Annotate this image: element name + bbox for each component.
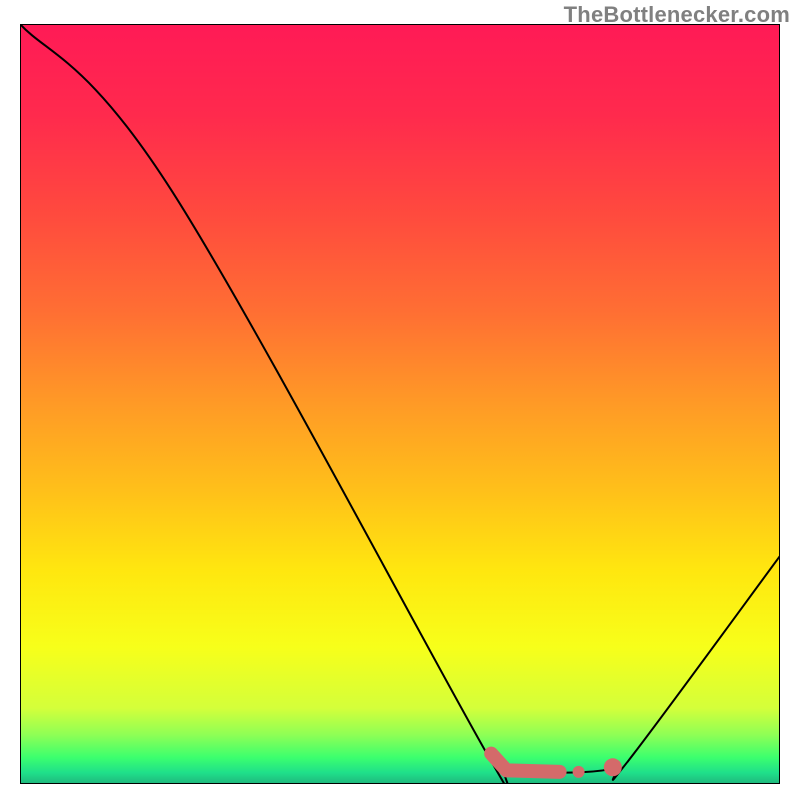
marker-dot [573,766,585,778]
bottleneck-chart [20,24,780,784]
plot-background [20,24,780,784]
chart-stage: TheBottlenecker.com [0,0,800,800]
marker-dot [604,758,622,776]
